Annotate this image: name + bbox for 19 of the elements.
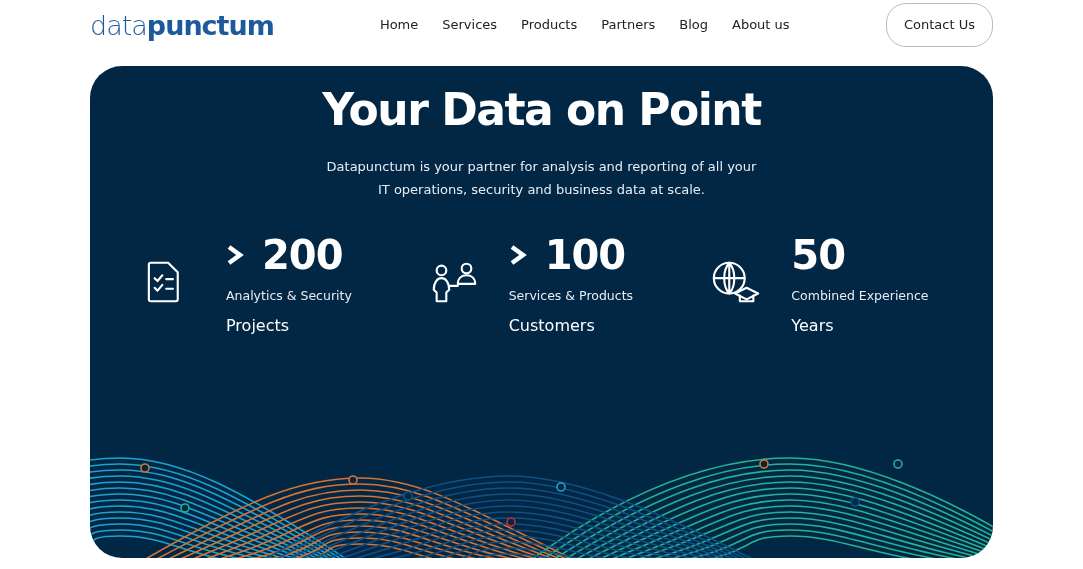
contact-button[interactable]: Contact Us	[886, 3, 993, 47]
nav-link[interactable]: Blog	[679, 15, 708, 35]
hero-subtitle: Datapunctum is your partner for analysis and reporting of all your IT operations, security and business data at scale.	[325, 157, 758, 199]
stat-label: Services & Products	[508, 286, 634, 305]
nav-link[interactable]: Partners	[601, 15, 656, 35]
nav-link[interactable]: Products	[521, 15, 578, 35]
stat-value: 50	[791, 234, 845, 275]
stat-label: Analytics & Security	[226, 286, 352, 305]
nav-link[interactable]: Home	[379, 15, 419, 35]
nav-link[interactable]: About us	[732, 15, 790, 35]
stat-unit: Projects	[226, 314, 291, 337]
hero-title: Your Data on Point	[321, 84, 763, 137]
nav-link[interactable]: Services	[442, 15, 498, 35]
stat-value: 200	[262, 234, 343, 275]
stat-unit: Customers	[508, 314, 596, 337]
logo[interactable]: datapunctum	[90, 11, 274, 39]
stat-label: Combined Experience	[791, 286, 929, 305]
stat-value: 100	[544, 234, 626, 275]
stat-unit: Years	[791, 314, 835, 337]
